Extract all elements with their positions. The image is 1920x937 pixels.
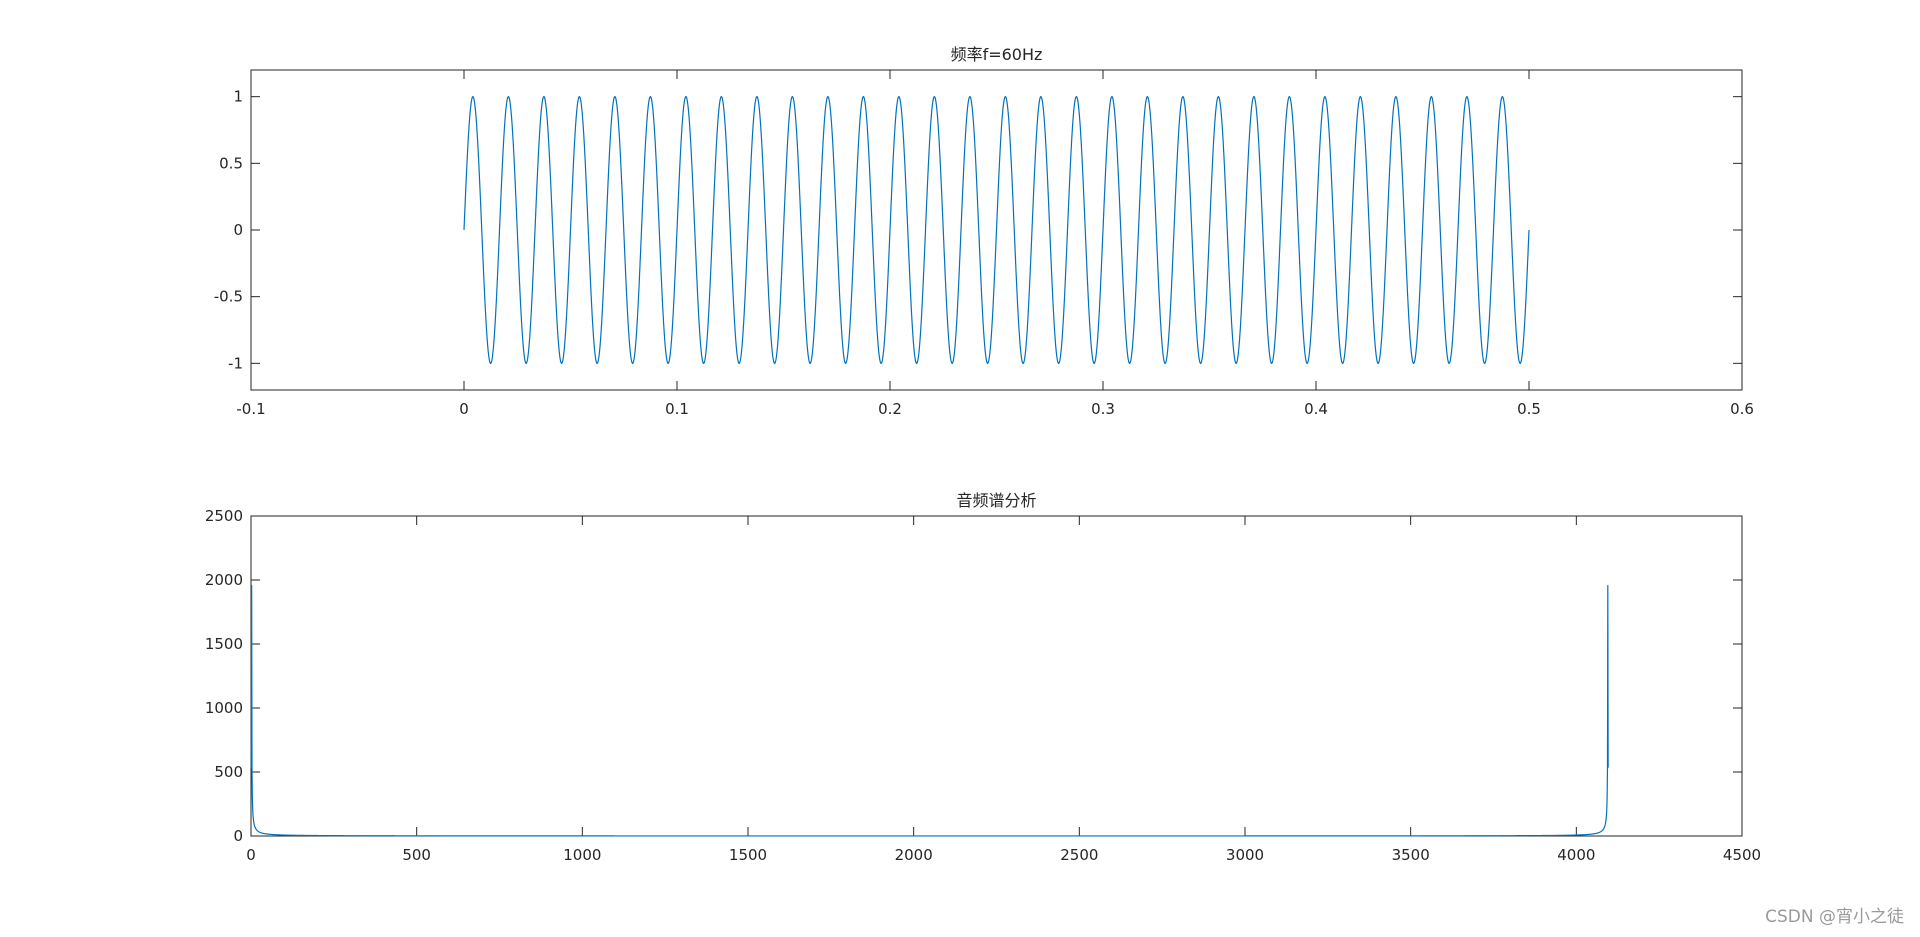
- x-tick-label: 2500: [1060, 846, 1098, 864]
- x-tick-label: 2000: [895, 846, 933, 864]
- chart-title: 频率f=60Hz: [951, 45, 1043, 64]
- x-tick-label: 0.2: [878, 400, 902, 418]
- figure: -0.1 0 0.1 0.2 0.3 0.4 0.5 0.6 -1 -0.5 0 0.5 1 频率f=60…: [205, 45, 1761, 864]
- x-tick-label: 500: [402, 846, 431, 864]
- x-tick-label: 3500: [1392, 846, 1430, 864]
- x-tick-label: 0: [246, 846, 256, 864]
- y-tick-label: -0.5: [214, 288, 243, 306]
- y-tick-label: 500: [214, 763, 243, 781]
- y-tick-label: 1: [233, 88, 243, 106]
- x-tick-label: -0.1: [236, 400, 265, 418]
- y-tick-label: 0.5: [219, 154, 243, 172]
- x-tick-label: 0.1: [665, 400, 689, 418]
- x-tick-label: 0.6: [1730, 400, 1754, 418]
- x-tick-label: 0: [459, 400, 469, 418]
- x-tick-label: 4000: [1557, 846, 1595, 864]
- x-tick-label: 4500: [1723, 846, 1761, 864]
- x-tick-label: 0.4: [1304, 400, 1328, 418]
- x-tick-label: 1500: [729, 846, 767, 864]
- y-tick-label: 1500: [205, 635, 243, 653]
- x-tick-label: 0.3: [1091, 400, 1115, 418]
- x-tick-label: 1000: [563, 846, 601, 864]
- y-tick-label: -1: [228, 354, 243, 372]
- y-tick-label: 2000: [205, 571, 243, 589]
- y-tick-label: 2500: [205, 507, 243, 525]
- y-tick-label: 0: [233, 221, 243, 239]
- watermark: CSDN @宵小之徒: [1765, 907, 1904, 927]
- plot-area: [250, 515, 1743, 837]
- chart-title: 音频谱分析: [956, 491, 1036, 510]
- chart-sine-wave: -0.1 0 0.1 0.2 0.3 0.4 0.5 0.6 -1 -0.5 0 0.5 1 频率f=60…: [214, 45, 1754, 418]
- x-tick-label: 3000: [1226, 846, 1264, 864]
- y-tick-label: 1000: [205, 699, 243, 717]
- chart-audio-spectrum: 0 500 1000 1500 2000 2500 3000 3500 4000 4500 0 500…: [205, 491, 1761, 864]
- x-tick-label: 0.5: [1517, 400, 1541, 418]
- y-tick-label: 0: [233, 827, 243, 845]
